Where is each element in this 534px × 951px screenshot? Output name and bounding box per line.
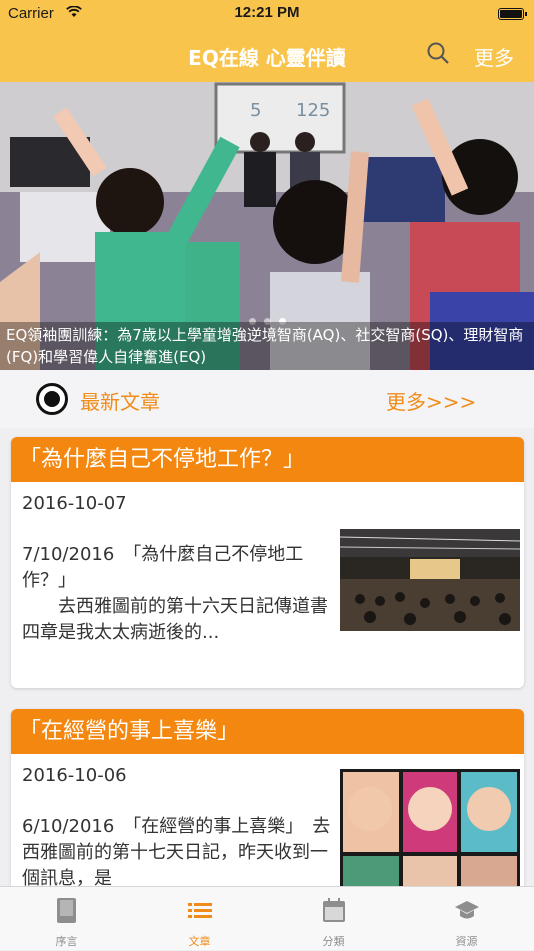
app-header: Carrier 12:21 PM EQ在線 心靈伴讀 更多 bbox=[0, 0, 534, 82]
article-date: 2016-10-07 bbox=[22, 493, 127, 514]
article-thumbnail[interactable] bbox=[340, 529, 520, 631]
radio-bullet-icon bbox=[36, 383, 68, 415]
tab-preface[interactable]: 序言 bbox=[0, 887, 133, 951]
article-title[interactable]: 「為什麼自己不停地工作？」 bbox=[11, 437, 524, 482]
page-title: EQ在線 心靈伴讀 bbox=[188, 46, 346, 70]
tab-label: 資源 bbox=[455, 935, 478, 948]
status-time: 12:21 PM bbox=[234, 4, 300, 21]
article-title[interactable]: 「在經營的事上喜樂」 bbox=[11, 709, 524, 754]
list-icon bbox=[188, 903, 212, 918]
article-excerpt: 7/10/2016 「為什麼自己不停地工作？」 去西雅圖前的第十六天日記傳道書四… bbox=[22, 544, 328, 643]
tab-label: 序言 bbox=[55, 935, 78, 948]
battery-icon bbox=[498, 8, 527, 20]
tab-categories[interactable]: 分類 bbox=[267, 887, 400, 951]
article-excerpt: 6/10/2016 「在經營的事上喜樂」 去西雅圖前的第十七天日記，昨天收到一個… bbox=[22, 816, 331, 889]
latest-articles-header: 最新文章 更多>>> bbox=[0, 370, 534, 428]
tab-resources[interactable]: 資源 bbox=[400, 887, 533, 951]
whiteboard-number-1: 5 bbox=[250, 100, 261, 121]
banner-carousel[interactable]: 5 125 EQ領袖團訓練：為7歲以上學童增強逆境智商(AQ)、社交智商(SQ)… bbox=[0, 82, 534, 370]
banner-caption: EQ領袖團訓練：為7歲以上學童增強逆境智商(AQ)、社交智商(SQ)、理財智商(… bbox=[0, 322, 534, 370]
more-articles-link[interactable]: 更多>>> bbox=[386, 386, 476, 415]
section-title: 最新文章 bbox=[80, 390, 160, 414]
calendar-icon bbox=[323, 898, 345, 922]
tab-label: 文章 bbox=[188, 935, 211, 948]
book-icon bbox=[57, 898, 76, 923]
article-card[interactable]: 「為什麼自己不停地工作？」 2016-10-07 7/10/2016 「為什麼自… bbox=[11, 437, 524, 688]
tab-label: 分類 bbox=[322, 935, 345, 948]
whiteboard-number-2: 125 bbox=[296, 100, 330, 121]
tab-bar: 序言 文章 分類 資源 bbox=[0, 886, 534, 950]
status-bar: Carrier 12:21 PM bbox=[0, 0, 534, 28]
article-date: 2016-10-06 bbox=[22, 765, 127, 786]
tab-articles[interactable]: 文章 bbox=[133, 887, 266, 951]
graduation-cap-icon bbox=[455, 901, 479, 919]
search-icon[interactable] bbox=[426, 41, 450, 65]
more-button[interactable]: 更多 bbox=[474, 42, 514, 71]
article-card[interactable]: 「在經營的事上喜樂」 2016-10-06 6/10/2016 「在經營的事上喜… bbox=[11, 709, 524, 909]
conference-hall-image bbox=[340, 529, 520, 631]
